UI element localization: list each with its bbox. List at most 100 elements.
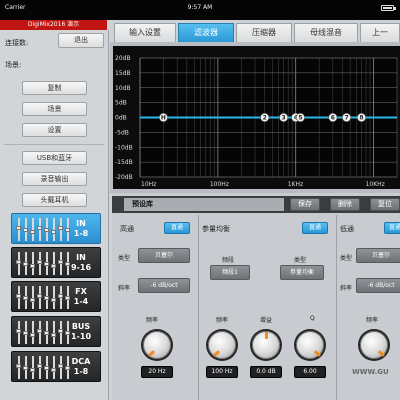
highpass-bypass-button[interactable]: 直通 (164, 222, 190, 234)
preset-bar: 预设库 保存 删除 复位 (112, 196, 400, 213)
eq-band-label: 3 (282, 115, 286, 122)
eq-freq-knob[interactable] (208, 331, 236, 359)
channel-group-2[interactable]: FX 1-4 (11, 281, 101, 312)
channel-group-label: IN 1-8 (73, 219, 89, 238)
highpass-freq-label: 频率 (146, 317, 159, 324)
y-tick-label: 20dB (115, 55, 131, 62)
clock: 9:57 AM (187, 4, 213, 11)
x-tick-label: 1KHz (288, 181, 303, 188)
logout-button[interactable]: 退出 (58, 33, 104, 48)
scene-label: 场景: (5, 61, 22, 69)
highpass-type-select[interactable]: 贝塞尔 (138, 248, 190, 263)
eq-graph-panel: 20dB 15dB 10dB 5dB 0dB -5dB -10dB -15dB -20dB 10H… (110, 42, 400, 193)
channel-group-0[interactable]: IN 1-8 (11, 213, 101, 244)
channel-group-label: FX 1-4 (73, 287, 89, 306)
connect-label: 连接数: (5, 39, 29, 47)
watermark: WWW.GU (352, 368, 389, 376)
eq-q-label: Q (310, 315, 315, 322)
channel-group-label: IN 9-16 (70, 253, 92, 272)
tab-bus-mix[interactable]: 母线混音 (294, 23, 358, 42)
knob-pointer-icon (377, 350, 386, 357)
scene-button[interactable]: 场景 (22, 102, 87, 116)
save-button[interactable]: 保存 (290, 198, 320, 211)
reset-button[interactable]: 复位 (370, 198, 400, 211)
eq-band-label: 2 (263, 115, 267, 122)
eq-band-label: 8 (359, 115, 363, 122)
channel-group-3[interactable]: BUS 1-10 (11, 316, 101, 347)
headphones-button[interactable]: 头戴耳机 (22, 193, 87, 207)
eq-gain-knob[interactable] (252, 331, 280, 359)
section-divider (336, 215, 337, 400)
fader-strip-icon (16, 218, 74, 241)
parametric-bypass-button[interactable]: 直通 (302, 222, 328, 234)
eq-type-select[interactable]: 参量均衡 (280, 265, 324, 280)
usb-bluetooth-button[interactable]: USB和蓝牙 (22, 151, 87, 165)
mixer-app: Carrier 9:57 AM DigiMix2016 演示 连接数: 退出 场… (0, 0, 400, 400)
eq-band-label: 5 (298, 115, 302, 122)
parametric-title: 参量均衡 (202, 225, 230, 233)
band-select[interactable]: 频段1 (210, 265, 250, 280)
highpass-title: 高通 (120, 225, 134, 233)
fader-strip-icon (16, 286, 74, 309)
sidebar-divider (4, 144, 104, 145)
highpass-section: 高通 直通 类型 贝塞尔 斜率 -6 dB/oct 频率 20 Hz (112, 215, 196, 400)
knob-pointer-icon (313, 350, 322, 357)
tab-input-settings[interactable]: 输入设置 (114, 23, 176, 42)
lowpass-bypass-button[interactable]: 直通 (384, 222, 400, 234)
channel-group-4[interactable]: DCA 1-8 (11, 351, 101, 382)
copy-button[interactable]: 复制 (22, 81, 87, 95)
eq-band-label: H (161, 115, 166, 122)
lowpass-title: 低通 (340, 225, 354, 233)
eq-band-label: 6 (331, 115, 335, 122)
eq-freq-value: 100 Hz (206, 366, 238, 378)
preset-library-title[interactable]: 预设库 (124, 198, 284, 211)
eq-graph[interactable]: 20dB 15dB 10dB 5dB 0dB -5dB -10dB -15dB -20dB 10H… (113, 46, 400, 189)
highpass-slope-select[interactable]: -6 dB/oct (138, 278, 190, 293)
y-tick-label: -10dB (115, 144, 133, 151)
knob-pointer-icon (212, 350, 221, 357)
fader-strip-icon (16, 321, 74, 344)
band-label: 频段 (222, 257, 235, 264)
knob-pointer-icon (147, 350, 156, 357)
channel-group-label: BUS 1-10 (70, 322, 92, 341)
eq-gain-value: 0.0 dB (250, 366, 282, 378)
channel-group-label: DCA 1-8 (71, 357, 91, 376)
lowpass-type-select[interactable]: 贝塞尔 (356, 248, 400, 263)
y-tick-label: -15dB (115, 159, 133, 166)
sidebar: 连接数: 退出 场景: 复制 场景 设置 USB和蓝牙 录音输出 头戴耳机 IN… (0, 30, 109, 400)
tab-previous[interactable]: 上一 (360, 23, 400, 42)
settings-button[interactable]: 设置 (22, 123, 87, 137)
highpass-freq-knob[interactable] (143, 331, 171, 359)
y-tick-label: -20dB (115, 174, 133, 181)
highpass-slope-label: 斜率 (118, 285, 131, 292)
battery-tip-icon (394, 7, 396, 10)
highpass-type-label: 类型 (118, 255, 131, 262)
tab-bar: 输入设置 滤波器 压缩器 母线混音 上一 (110, 20, 400, 42)
y-tick-label: 10dB (115, 85, 131, 92)
record-output-button[interactable]: 录音输出 (22, 172, 87, 186)
highpass-freq-value: 20 Hz (141, 366, 173, 378)
eq-q-knob[interactable] (296, 331, 324, 359)
eq-q-value: 6.00 (294, 366, 326, 378)
lowpass-slope-label: 斜率 (340, 285, 353, 292)
eq-type-label: 类型 (294, 257, 307, 264)
tab-compressor[interactable]: 压缩器 (236, 23, 292, 42)
device-name: DigiMix2016 演示 (0, 20, 107, 30)
parametric-section: 参量均衡 直通 频段 频段1 类型 参量均衡 频率 100 Hz 增益 0.0 … (200, 215, 334, 400)
knob-pointer-icon (265, 332, 268, 339)
eq-gain-label: 增益 (260, 317, 273, 324)
tab-filter[interactable]: 滤波器 (178, 23, 234, 42)
lowpass-freq-label: 频率 (366, 317, 379, 324)
section-divider (198, 215, 199, 400)
lowpass-slope-select[interactable]: -6 dB/oct (356, 278, 400, 293)
x-tick-label: 100Hz (210, 181, 229, 188)
y-tick-label: 0dB (115, 115, 127, 122)
y-tick-label: 15dB (115, 70, 131, 77)
y-tick-label: 5dB (115, 100, 127, 107)
delete-button[interactable]: 删除 (330, 198, 360, 211)
channel-group-1[interactable]: IN 9-16 (11, 247, 101, 278)
fader-strip-icon (16, 356, 74, 379)
eq-band-label: 7 (344, 115, 348, 122)
lowpass-freq-knob[interactable] (360, 331, 388, 359)
y-tick-label: -5dB (115, 129, 129, 136)
